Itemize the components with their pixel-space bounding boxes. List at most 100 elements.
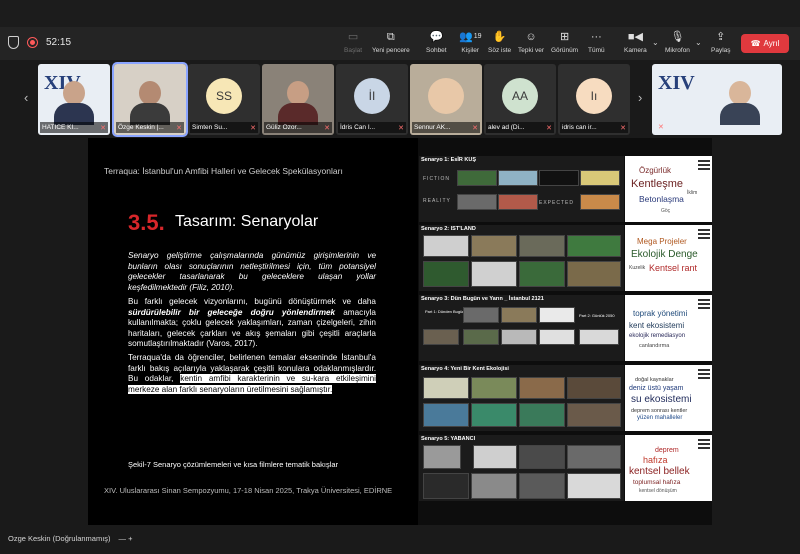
scenario-thumbnail [498,194,538,210]
microphone-icon: 🎙 [670,31,685,43]
mic-options-chevron-icon[interactable]: ⌄ [695,38,702,47]
mic-muted-icon: ✕ [324,124,330,132]
start-share-button[interactable]: ▭ Başlat [344,30,362,54]
cloud-word: yüzen mahalleler [637,415,683,421]
raise-hand-icon: ✋ [492,31,507,43]
bottom-bar: Ozge Keskin (Doğrulanmamış) — + [0,525,800,554]
slide-text-panel: Terraqua: İstanbul'un Amfibi Halleri ve … [88,138,418,525]
participant-tile[interactable]: SS Simten Su... ✕ [188,64,260,135]
participant-name: HATICE KI... [42,124,79,131]
camera-button[interactable]: ■◀ Kamera [624,30,647,54]
participant-tile-active-speaker[interactable]: Özge Keskin |... ✕ [112,62,188,137]
participant-tile[interactable]: XIV HATICE KI... ✕ [38,64,110,135]
cloud-word: hafıza [643,455,668,465]
screen-share-owner: Ozge Keskin (Doğrulanmamış) — + [8,534,133,543]
cloud-word: Mega Projeler [637,237,687,246]
react-button[interactable]: ☺ Tepki ver [518,30,544,54]
part-label: Part 2: Günlük 2050 [579,313,615,318]
meeting-window: 52:15 ▭ Başlat ⧉ Yeni pencere 💬 Sohbet 👥… [0,0,800,554]
scenario-thumbnail [463,329,499,345]
scenario-thumbnail [471,377,517,399]
start-share-label: Başlat [344,47,363,54]
present-button[interactable]: ⇪ Paylaş [711,30,731,54]
scenario-thumbnail [471,261,517,287]
mic-muted-icon: ✕ [176,124,182,132]
strip-prev-arrow-icon[interactable]: ‹ [24,90,28,105]
scenario-panel: Senaryo 2: IST'LAND [419,225,624,291]
participant-tile[interactable]: Sennur AK... ✕ [410,64,482,135]
people-button[interactable]: 👥 19 Kişiler [459,30,482,54]
scenario-thumbnail [519,261,565,287]
qr-code-icon [698,297,710,309]
zoom-controls[interactable]: — + [119,534,133,543]
participant-figure [278,77,318,125]
smiley-icon: ☺ [525,31,537,43]
scenario-thumbnail [423,403,469,427]
participant-name: Sennur AK... [414,124,451,131]
cloud-word: Özgürlük [639,166,672,175]
scenario-thumbnail [539,170,579,186]
cloud-word: Ekolojik Denge [631,249,698,260]
camera-options-chevron-icon[interactable]: ⌄ [652,38,659,47]
participant-name-bar: Güliz Ozor... ✕ [264,122,332,133]
cloud-word: Betonlaşma [639,194,684,204]
cloud-word: su ekosistemi [631,394,692,405]
camera-icon: ■◀ [627,31,643,43]
participant-tile[interactable]: Iı idris can ir... ✕ [558,64,630,135]
scenario-title: Senaryo 3: Dün Bugün ve Yarın _ İstanbul… [421,296,544,302]
participant-tile[interactable]: AA alev ad (Di... ✕ [484,64,556,135]
scenario-panel: Senaryo 5: YABANCI [419,435,624,501]
cloud-word: Kuzelik [629,265,646,271]
scenario-thumbnail [457,194,497,210]
cloud-word: doğal kaynaklar [635,377,674,383]
scenario-thumbnail [519,473,565,499]
shared-screen: Terraqua: İstanbul'un Amfibi Halleri ve … [88,138,712,525]
participant-tile[interactable]: Güliz Ozor... ✕ [262,64,334,135]
screen-owner-label: Ozge Keskin (Doğrulanmamış) [8,534,111,543]
participant-tile[interactable]: İI İdris Can I... ✕ [336,64,408,135]
mic-muted-icon: ✕ [620,124,626,132]
mic-muted-icon: ✕ [250,124,256,132]
qr-code-icon [698,367,710,379]
reality-label: REALITY [423,198,451,204]
scenario-thumbnail [471,403,517,427]
word-cloud: doğal kaynaklar deniz üstü yaşam su ekos… [625,365,712,431]
cloud-word: deniz üstü yaşam [629,385,684,392]
grid-view-icon: ⊞ [559,31,570,43]
cloud-word: deprem [655,447,679,454]
camera-label: Kamera [624,47,647,54]
paragraph-1: Senaryo geliştirme çalışmalarında günümü… [128,251,376,292]
scenario-title: Senaryo 5: YABANCI [421,436,476,442]
new-window-button[interactable]: ⧉ Yeni pencere [372,30,410,54]
paragraph-2-text: Bu farklı gelecek vizyonlarını, bugünü d… [128,297,376,306]
cloud-word: kentsel bellek [629,466,690,477]
scenario-thumbnail [498,170,538,186]
security-shield-icon[interactable] [8,36,19,49]
scenario-thumbnail [457,170,497,186]
people-count: 19 [473,33,482,40]
participant-strip: ‹ XIV HATICE KI... ✕ Özge Keskin |... ✕ [0,60,800,138]
scenario-panel: Senaryo 1: EsİR KUŞ FICTION REALITY EXPE… [419,156,624,222]
view-label: Görünüm [551,47,579,54]
view-button[interactable]: ⊞ Görünüm [551,30,578,54]
paragraph-3: Terraqua'da da öğrenciler, belirlenen te… [128,353,376,395]
mic-button[interactable]: 🎙 Mikrofon [665,30,690,54]
chat-button[interactable]: 💬 Sohbet [426,30,447,54]
scenario-thumbnail [567,403,621,427]
cloud-word: kentsel dönüşüm [639,488,677,494]
strip-next-arrow-icon[interactable]: › [638,90,642,105]
paragraph-2-emphasis: sürdürülebilir bir geleceğe doğru yönlen… [128,307,336,317]
participant-name-bar: idris can ir... ✕ [560,122,628,133]
leave-button[interactable]: ☎ Ayrıl [741,34,789,53]
cloud-word: kent ekosistemi [629,321,685,330]
more-button[interactable]: ··· Tümü [588,30,605,54]
mic-muted-icon: ✕ [472,124,478,132]
chat-label: Sohbet [426,47,447,54]
scenario-thumbnail [473,445,517,469]
word-cloud: Özgürlük Kentleşme Betonlaşma İklim Göç [625,156,712,222]
scenario-panel: Senaryo 4: Yeni Bir Kent Ekolojisi [419,365,624,431]
participant-tile-speaker[interactable]: XIV ✕ [652,64,782,135]
phone-hangup-icon: ☎ [750,39,761,48]
scenario-thumbnail [423,261,469,287]
raise-hand-button[interactable]: ✋ Söz iste [488,30,511,54]
